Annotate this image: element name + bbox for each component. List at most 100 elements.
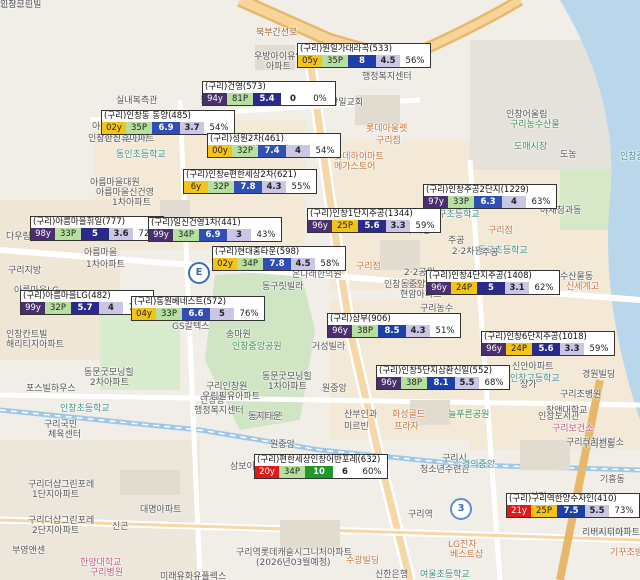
- age-badge: 94y: [203, 93, 227, 105]
- map-label: 구리점: [376, 136, 401, 146]
- apartment-card[interactable]: (구리)삼부(906) 96y 38P 8.5 4.3 51%: [327, 313, 461, 338]
- map-label: 구리점: [488, 226, 513, 236]
- map-label: 상가: [520, 380, 537, 390]
- apartment-stats-row: 98y33P53.672%: [31, 228, 163, 240]
- map-label: 구리조병원: [560, 390, 602, 400]
- apartment-card[interactable]: (구리)아름마을휘일(777)98y33P53.672%: [30, 216, 164, 241]
- jeonse-badge: 3.7: [180, 122, 204, 134]
- map-label: 신세계고: [566, 282, 600, 292]
- apartment-card[interactable]: (구리)원일가대라곡(533) 05y 35P 8 4.5 56%: [297, 43, 431, 68]
- size-badge: 33P: [448, 196, 474, 208]
- apartment-card[interactable]: (구리)구리역한양수자인(410) 21y 25P 7.5 5.5 73%: [506, 493, 640, 518]
- map-canvas[interactable]: 북부간선로우방아이유쉘아파트행정복지센터실내복측관동구중창일교회인창동 빌딩사아…: [0, 0, 640, 580]
- jeonse-badge: 3.1: [505, 282, 529, 294]
- age-badge: 21y: [507, 505, 531, 517]
- map-label: 구리병원: [90, 568, 124, 578]
- apartment-card[interactable]: (구리)인창1단지주공(1344) 96y 25P 5.6 3.3 59%: [307, 208, 441, 233]
- apartment-title: (구리)인창5단지삼환신일(552): [377, 366, 509, 377]
- map-pin-icon[interactable]: 3: [450, 498, 472, 520]
- age-badge: 6y: [184, 181, 208, 193]
- apartment-stats-row: 96y 38P 8.5 4.3 51%: [328, 325, 460, 337]
- map-label: 2단지아파트: [32, 526, 80, 536]
- map-label: 동문굿모닝힐: [84, 368, 134, 378]
- map-label: 롯데하이마트: [334, 152, 384, 162]
- location-marker-icon[interactable]: E: [188, 262, 210, 284]
- map-label: 구리역롯데캐슬시그니처아파트: [236, 548, 352, 558]
- age-badge: 00y: [208, 145, 232, 157]
- apartment-card[interactable]: (구리)현대홈타운(598) 02y 34P 7.8 4.5 58%: [212, 246, 346, 271]
- apartment-stats-row: 99y 34P 6.9 3 43%: [149, 229, 281, 241]
- map-label: 인창어울림: [506, 110, 548, 120]
- map-label: 여울초등학교: [420, 570, 470, 580]
- apartment-stats-row: 97y 33P 6.3 4 63%: [424, 196, 556, 208]
- map-label: 동구릿빌라: [262, 282, 304, 292]
- map-label: (2026년03월예정): [256, 558, 331, 568]
- map-label: 인창중학교: [620, 152, 640, 162]
- size-badge: 32P: [45, 302, 71, 314]
- ratio-badge: 59%: [410, 220, 440, 232]
- price-badge: 5: [81, 228, 109, 240]
- apartment-card[interactable]: (구리)인창4단지주공(1408) 96y 24P 5 3.1 62%: [426, 270, 560, 295]
- price-badge: 5: [477, 282, 505, 294]
- map-label: 구리인창원: [206, 382, 248, 392]
- apartment-card[interactable]: (구리)편한세상인창어반포레(632) 20y 34P 10 6 60%: [254, 454, 388, 479]
- map-label: GS칼텍스: [172, 322, 210, 332]
- map-label: 원중앙: [270, 440, 295, 450]
- price-badge: 6.9: [199, 229, 227, 241]
- apartment-title: (구리)동원베네스트(572): [132, 297, 264, 308]
- map-label: 미래유화유플렉스: [160, 572, 227, 580]
- price-badge: 5.6: [358, 220, 386, 232]
- ratio-badge: 54%: [310, 145, 340, 157]
- map-label: 구리더샵그린포레: [28, 480, 95, 490]
- map-label: 구리전통: [582, 440, 616, 450]
- apartment-card[interactable]: (구리)인창주공2단지(1229) 97y 33P 6.3 4 63%: [423, 184, 557, 209]
- apartment-card[interactable]: (구리)일신건영1차(441) 99y 34P 6.9 3 43%: [148, 217, 282, 242]
- map-label: 수광빌딩: [346, 556, 380, 566]
- map-label: 경원빌딩: [582, 370, 616, 380]
- apartment-title: (구리)삼부(906): [328, 314, 460, 325]
- map-label: 북부간선로: [256, 28, 298, 38]
- map-label: 2차아파트: [90, 378, 129, 388]
- size-badge: 32P: [232, 145, 258, 157]
- map-label: 삼보이: [230, 462, 255, 472]
- price-badge: 7.4: [258, 145, 286, 157]
- map-label: 해리티지아파트: [6, 340, 64, 350]
- age-badge: 97y: [424, 196, 448, 208]
- map-label: 신안아파트: [512, 362, 554, 372]
- map-label: 화성골드: [392, 410, 426, 420]
- size-badge: 24P: [451, 282, 477, 294]
- price-badge: 6.9: [152, 122, 180, 134]
- apartment-title: (구리)아름마을휘일(777): [31, 217, 163, 228]
- apartment-stats-row: 02y 34P 7.8 4.5 58%: [213, 258, 345, 270]
- apartment-title: (구리)인창6단지주공(1018): [482, 332, 614, 343]
- apartment-title: (구리)원일가대라곡(533): [298, 44, 430, 55]
- map-label: 포스빌하우스: [26, 384, 76, 394]
- map-label: 1차아파트: [268, 382, 307, 392]
- apartment-title: (구리)구리역한양수자인(410): [507, 494, 639, 505]
- map-label: 거성빌라: [312, 342, 346, 352]
- apartment-card[interactable]: (구리)성원2차(461) 00y 32P 7.4 4 54%: [207, 133, 341, 158]
- apartment-card[interactable]: (구리)인창e편한세상2차(621) 6y 32P 7.8 4.3 55%: [183, 169, 317, 194]
- map-label: 원중앙: [322, 384, 347, 394]
- apartment-title: (구리)건영(573): [203, 82, 335, 93]
- apartment-stats-row: 00y 32P 7.4 4 54%: [208, 145, 340, 157]
- apartment-card[interactable]: (구리)인창5단지삼환신일(552) 96y 38P 8.1 5.5 68%: [376, 365, 510, 390]
- map-label: 늘푸른공원: [448, 410, 490, 420]
- map-label: 인창한신휴아파트: [88, 134, 155, 144]
- size-badge: 81P: [227, 93, 253, 105]
- apartment-stats-row: 94y 81P 5.4 0 0%: [203, 93, 335, 105]
- map-label: 인창그린빌: [0, 0, 42, 10]
- map-label: 행정복지센터: [194, 406, 244, 416]
- jeonse-badge: 4: [502, 196, 526, 208]
- apartment-stats-row: 6y 32P 7.8 4.3 55%: [184, 181, 316, 193]
- apartment-card[interactable]: (구리)건영(573) 94y 81P 5.4 0 0%: [202, 81, 336, 106]
- ratio-badge: 43%: [251, 229, 281, 241]
- map-label: 한양대학교: [80, 558, 122, 568]
- apartment-title: (구리)성원2차(461): [208, 134, 340, 145]
- age-badge: 05y: [298, 55, 322, 67]
- apartment-card[interactable]: (구리)인창동 동양(485) 02y 35P 6.9 3.7 54%: [101, 110, 235, 135]
- map-label: 구리보건소: [552, 424, 594, 434]
- ratio-badge: 76%: [234, 308, 264, 320]
- apartment-card[interactable]: (구리)동원베네스트(572) 04y 33P 6.6 5 76%: [131, 296, 265, 321]
- apartment-card[interactable]: (구리)인창6단지주공(1018) 96y 24P 5.6 3.3 59%: [481, 331, 615, 356]
